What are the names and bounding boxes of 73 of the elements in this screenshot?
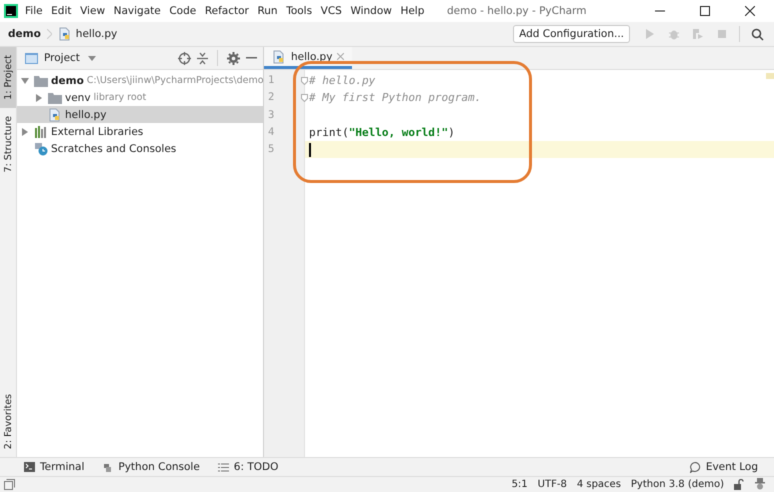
breadcrumb[interactable]: demo: [8, 28, 41, 40]
terminal-icon: [24, 462, 35, 472]
tree-item-hint: library root: [94, 92, 146, 103]
window-title: demo - hello.py - PyCharm: [446, 5, 588, 17]
text-cursor: [309, 142, 311, 157]
close-icon[interactable]: [745, 6, 755, 16]
scratches-icon: [34, 142, 48, 156]
expand-arrow-icon[interactable]: [35, 94, 43, 102]
speech-bubble-icon: [690, 462, 701, 472]
line-number: 1: [267, 73, 276, 88]
python-file-icon: [48, 108, 62, 122]
tree-item-label[interactable]: venv: [65, 92, 91, 104]
menu-item[interactable]: Help: [400, 5, 424, 17]
status-item[interactable]: 4 spaces: [576, 478, 621, 490]
tool-window-tab[interactable]: 2: Favorites: [0, 386, 16, 457]
status-item[interactable]: UTF-8: [538, 478, 567, 490]
menu-item[interactable]: Window: [350, 5, 392, 17]
status-item[interactable]: Python 3.8 (demo): [630, 478, 724, 490]
python-file-icon: [272, 50, 286, 64]
expand-arrow-icon[interactable]: [21, 76, 29, 84]
fold-marker-icon[interactable]: [301, 94, 308, 102]
python-file-icon: [58, 27, 72, 41]
folder-icon: [34, 74, 48, 86]
panel-toggle-icon[interactable]: [4, 478, 15, 490]
list-icon: [218, 462, 229, 472]
unlock-icon[interactable]: [734, 478, 744, 490]
tool-window-tab[interactable]: 1: Project: [0, 47, 16, 108]
menu-item[interactable]: File: [25, 5, 43, 17]
chevron-icon: [46, 29, 52, 39]
line-number: 5: [267, 142, 276, 158]
line-number: 2: [267, 90, 276, 106]
breadcrumb[interactable]: hello.py: [76, 28, 118, 40]
tool-window-button[interactable]: 6: TODO: [218, 461, 278, 473]
library-icon: [34, 126, 48, 138]
event-log-button[interactable]: Event Log: [690, 461, 758, 473]
code-line: # My first Python program.: [309, 91, 482, 104]
add-configuration-button[interactable]: Add Configuration...: [513, 25, 630, 43]
fold-marker-icon[interactable]: [301, 76, 308, 85]
scroll-marker: [766, 73, 774, 79]
tree-item-label[interactable]: Scratches and Consoles: [51, 142, 176, 154]
menu-item[interactable]: Tools: [286, 5, 312, 17]
close-tab-icon[interactable]: [337, 53, 344, 60]
expand-arrow-icon[interactable]: [21, 128, 29, 136]
panel-title[interactable]: Project: [44, 52, 80, 64]
window-icon: [25, 52, 38, 64]
settings-icon[interactable]: [227, 52, 240, 64]
tree-item-label[interactable]: hello.py: [65, 108, 106, 120]
tree-item-hint: C:\Users\jiinw\PycharmProjects\demo: [86, 75, 264, 86]
editor-tab[interactable]: hello.py: [264, 47, 352, 69]
locate-icon[interactable]: [178, 52, 191, 64]
line-number: 3: [267, 108, 276, 123]
menu-item[interactable]: VCS: [320, 5, 342, 17]
folder-icon: [48, 92, 62, 104]
menu-item[interactable]: Run: [257, 5, 278, 17]
status-item[interactable]: 5:1: [512, 478, 528, 490]
tree-item-label[interactable]: demo: [51, 74, 84, 86]
search-icon[interactable]: [751, 28, 764, 40]
code-line: print("Hello, world!"): [309, 126, 455, 140]
maximize-icon[interactable]: [700, 6, 710, 16]
code-line: # hello.py: [309, 74, 376, 88]
app-logo-icon: [4, 4, 18, 18]
tool-window-button[interactable]: Python Console: [102, 461, 200, 473]
menu-item[interactable]: Edit: [51, 5, 72, 17]
tree-item-label[interactable]: External Libraries: [51, 126, 144, 138]
menu-item[interactable]: Refactor: [204, 5, 249, 17]
dropdown-caret-icon[interactable]: [88, 56, 96, 60]
menu-item[interactable]: Code: [169, 5, 196, 17]
tool-window-button[interactable]: Terminal: [24, 461, 84, 473]
menu-item[interactable]: Navigate: [114, 5, 161, 17]
tool-window-tab[interactable]: 7: Structure: [0, 108, 16, 180]
menu-item[interactable]: View: [80, 5, 106, 17]
collapse-all-icon[interactable]: [197, 52, 208, 64]
line-number: 4: [267, 124, 276, 140]
